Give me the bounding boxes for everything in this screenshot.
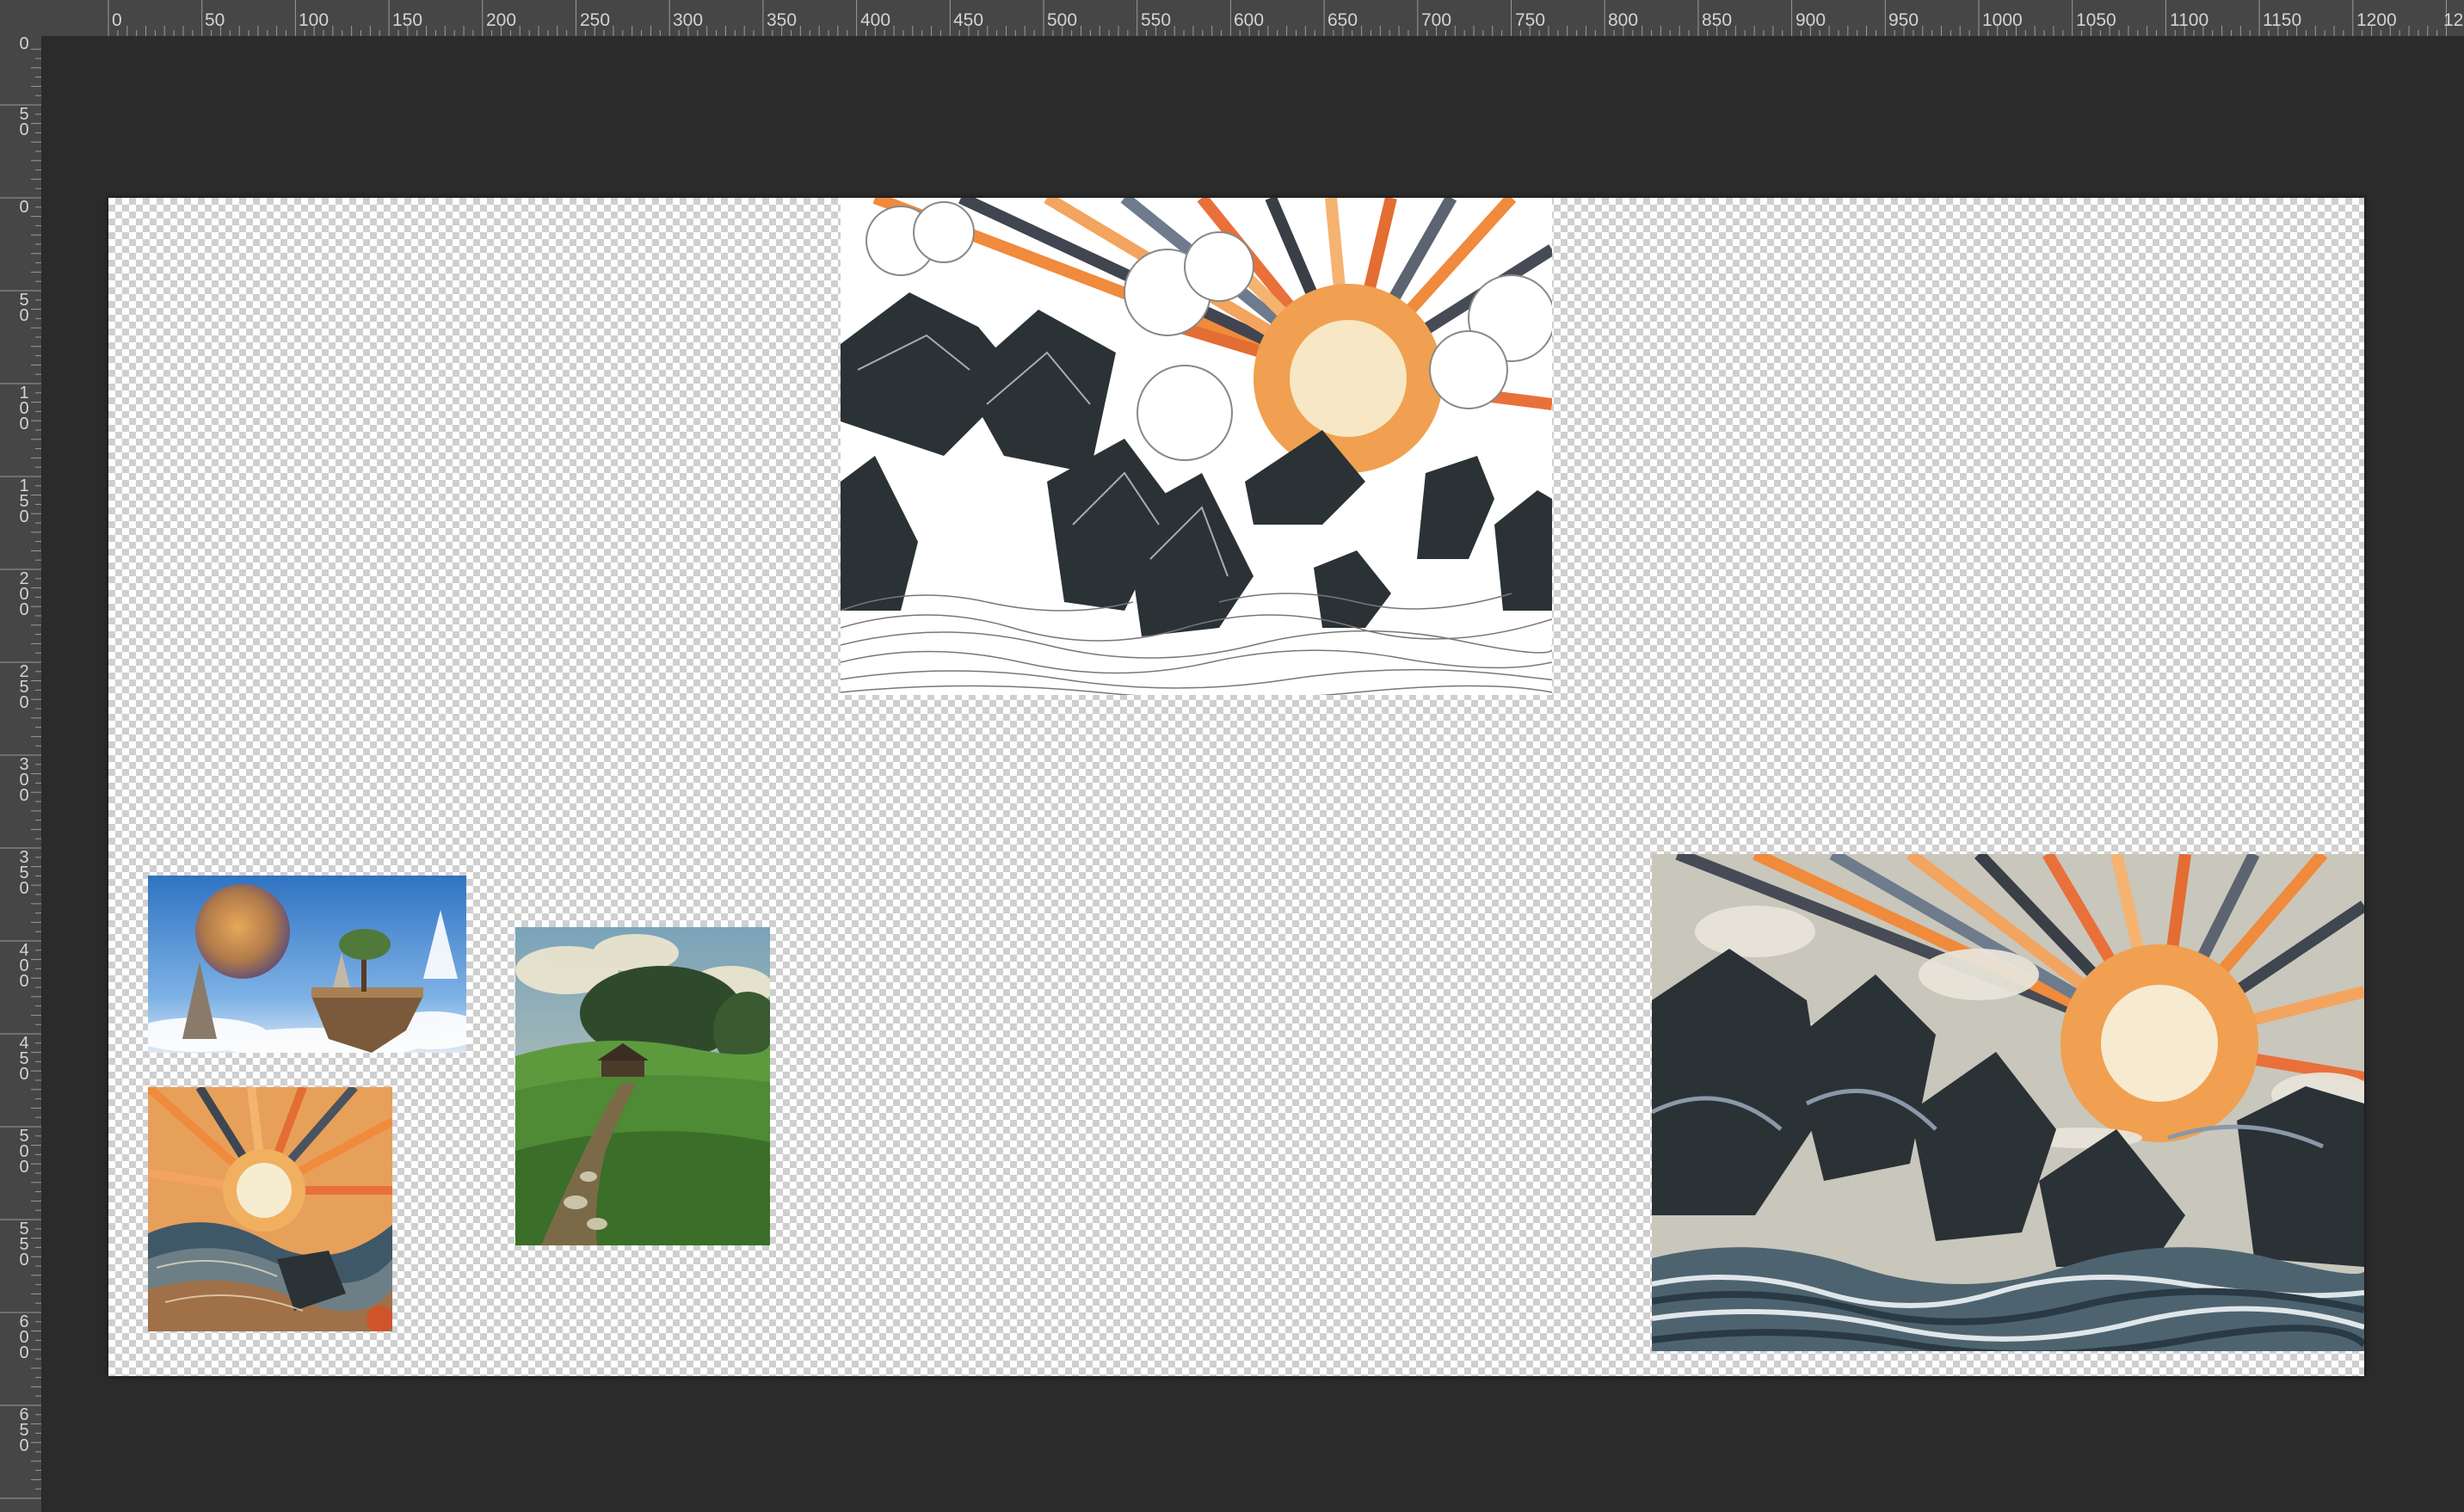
ruler-label: 700 xyxy=(1421,10,1452,30)
ruler-label: 450 xyxy=(953,10,984,30)
ruler-label: 550 xyxy=(19,1220,29,1269)
ruler-label: 150 xyxy=(19,476,29,526)
ruler-label: 1100 xyxy=(2170,10,2209,30)
ruler-label: 600 xyxy=(1234,10,1265,30)
ruler-label: 350 xyxy=(767,10,798,30)
sunset-swirl-landscape-image xyxy=(148,1087,392,1331)
ruler-label: 50 xyxy=(19,291,29,325)
ruler-label: 250 xyxy=(580,10,611,30)
ruler-label: 200 xyxy=(486,10,517,30)
ruler-label: 1050 xyxy=(2076,10,2116,30)
horizontal-ruler[interactable]: 0 50 100 150 200 250 300 350 400 450 500… xyxy=(0,0,2464,37)
ruler-label: 0 xyxy=(112,10,122,30)
document-canvas[interactable] xyxy=(108,198,2364,1376)
ruler-label: 300 xyxy=(673,10,704,30)
ruler-label: 400 xyxy=(860,10,891,30)
ruler-label: 12 xyxy=(2443,10,2464,30)
ruler-label: 250 xyxy=(19,662,29,712)
ruler-label: 750 xyxy=(1515,10,1546,30)
sunburst-mountains-line-art-image xyxy=(841,198,1552,695)
layer-green-field-path-cottage[interactable] xyxy=(515,927,770,1245)
ruler-label: 150 xyxy=(392,10,423,30)
ruler-label: 1200 xyxy=(2356,10,2397,30)
layer-sunburst-mountains-line-art[interactable] xyxy=(841,198,1552,695)
ruler-label: 550 xyxy=(1141,10,1172,30)
floating-island-planet-image xyxy=(148,876,466,1053)
ruler-label: 0 xyxy=(19,198,29,217)
ruler-label: 100 xyxy=(299,10,330,30)
ruler-label: 450 xyxy=(19,1034,29,1084)
layer-sunset-swirl-landscape[interactable] xyxy=(148,1087,392,1331)
ruler-label: 350 xyxy=(19,848,29,898)
ruler-label: 600 xyxy=(19,1312,29,1362)
vertical-ruler[interactable]: 0 50 0 50 100 150 200 250 300 350 400 45… xyxy=(0,36,42,1512)
ruler-label: 500 xyxy=(1047,10,1078,30)
green-field-path-cottage-image xyxy=(515,927,770,1245)
ruler-label: 400 xyxy=(19,941,29,991)
ruler-label: 900 xyxy=(1796,10,1826,30)
layer-sunburst-mountains-color[interactable] xyxy=(1652,854,2364,1351)
ruler-label: 800 xyxy=(1608,10,1639,30)
ruler-label: 100 xyxy=(19,384,29,433)
ruler-label: 200 xyxy=(19,569,29,619)
ruler-label: 850 xyxy=(1702,10,1733,30)
ruler-label: 1150 xyxy=(2263,10,2302,30)
ruler-label: 0 xyxy=(19,36,29,53)
ruler-label: 1000 xyxy=(1982,10,2023,30)
ruler-label: 50 xyxy=(19,105,29,139)
layer-floating-island-planet[interactable] xyxy=(148,876,466,1053)
ruler-label: 300 xyxy=(19,755,29,805)
sunburst-mountains-color-image xyxy=(1652,854,2364,1351)
ruler-label: 50 xyxy=(205,10,225,30)
ruler-label: 950 xyxy=(1888,10,1919,30)
ruler-label: 500 xyxy=(19,1127,29,1177)
ruler-label: 650 xyxy=(1327,10,1358,30)
ruler-label: 650 xyxy=(19,1405,29,1455)
